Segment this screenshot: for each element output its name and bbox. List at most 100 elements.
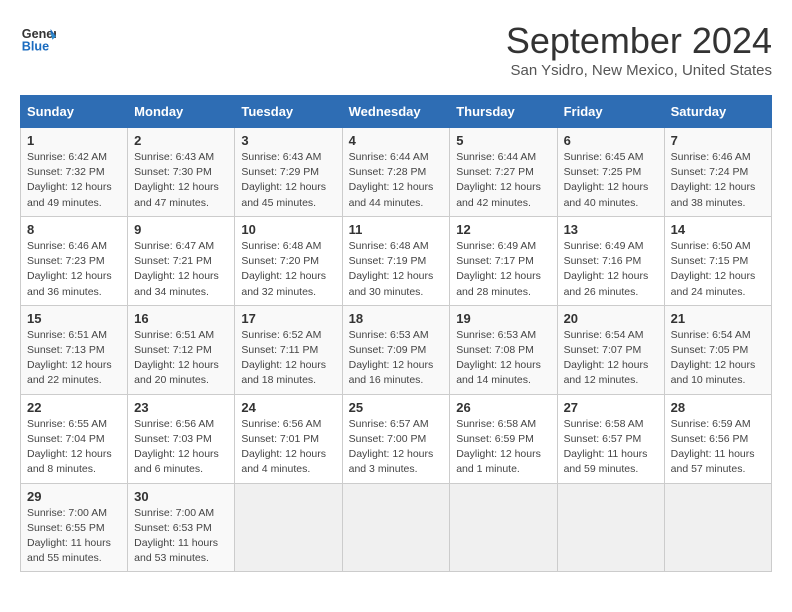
- calendar-cell: [235, 483, 342, 572]
- title-block: September 2024 San Ysidro, New Mexico, U…: [506, 20, 772, 79]
- calendar-cell: 24 Sunrise: 6:56 AMSunset: 7:01 PMDaylig…: [235, 394, 342, 483]
- day-detail: Sunrise: 6:51 AMSunset: 7:13 PMDaylight:…: [27, 329, 112, 387]
- calendar-cell: 25 Sunrise: 6:57 AMSunset: 7:00 PMDaylig…: [342, 394, 450, 483]
- calendar-cell: 7 Sunrise: 6:46 AMSunset: 7:24 PMDayligh…: [664, 128, 771, 217]
- page-header: General Blue September 2024 San Ysidro, …: [20, 20, 772, 79]
- calendar-cell: 3 Sunrise: 6:43 AMSunset: 7:29 PMDayligh…: [235, 128, 342, 217]
- day-number: 13: [564, 222, 658, 237]
- calendar-cell: 16 Sunrise: 6:51 AMSunset: 7:12 PMDaylig…: [128, 305, 235, 394]
- calendar-cell: 11 Sunrise: 6:48 AMSunset: 7:19 PMDaylig…: [342, 216, 450, 305]
- day-number: 27: [564, 400, 658, 415]
- day-number: 22: [27, 400, 121, 415]
- day-detail: Sunrise: 6:50 AMSunset: 7:15 PMDaylight:…: [671, 240, 756, 298]
- day-detail: Sunrise: 6:58 AMSunset: 6:59 PMDaylight:…: [456, 418, 541, 476]
- calendar-cell: 20 Sunrise: 6:54 AMSunset: 7:07 PMDaylig…: [557, 305, 664, 394]
- calendar-week-row: 8 Sunrise: 6:46 AMSunset: 7:23 PMDayligh…: [21, 216, 772, 305]
- day-detail: Sunrise: 6:57 AMSunset: 7:00 PMDaylight:…: [349, 418, 434, 476]
- location-subtitle: San Ysidro, New Mexico, United States: [506, 62, 772, 79]
- calendar-cell: 13 Sunrise: 6:49 AMSunset: 7:16 PMDaylig…: [557, 216, 664, 305]
- day-number: 4: [349, 133, 444, 148]
- day-detail: Sunrise: 6:53 AMSunset: 7:09 PMDaylight:…: [349, 329, 434, 387]
- calendar-cell: 6 Sunrise: 6:45 AMSunset: 7:25 PMDayligh…: [557, 128, 664, 217]
- calendar-cell: [342, 483, 450, 572]
- day-detail: Sunrise: 6:43 AMSunset: 7:29 PMDaylight:…: [241, 151, 326, 209]
- day-detail: Sunrise: 6:59 AMSunset: 6:56 PMDaylight:…: [671, 418, 755, 476]
- calendar-cell: 29 Sunrise: 7:00 AMSunset: 6:55 PMDaylig…: [21, 483, 128, 572]
- calendar-cell: 5 Sunrise: 6:44 AMSunset: 7:27 PMDayligh…: [450, 128, 557, 217]
- column-header-wednesday: Wednesday: [342, 96, 450, 128]
- day-number: 14: [671, 222, 765, 237]
- column-header-tuesday: Tuesday: [235, 96, 342, 128]
- day-detail: Sunrise: 6:54 AMSunset: 7:07 PMDaylight:…: [564, 329, 649, 387]
- calendar-table: SundayMondayTuesdayWednesdayThursdayFrid…: [20, 95, 772, 572]
- calendar-cell: [664, 483, 771, 572]
- day-number: 20: [564, 311, 658, 326]
- calendar-week-row: 29 Sunrise: 7:00 AMSunset: 6:55 PMDaylig…: [21, 483, 772, 572]
- calendar-cell: [557, 483, 664, 572]
- day-detail: Sunrise: 6:56 AMSunset: 7:03 PMDaylight:…: [134, 418, 219, 476]
- column-header-saturday: Saturday: [664, 96, 771, 128]
- day-number: 26: [456, 400, 550, 415]
- calendar-week-row: 1 Sunrise: 6:42 AMSunset: 7:32 PMDayligh…: [21, 128, 772, 217]
- day-number: 29: [27, 489, 121, 504]
- column-header-sunday: Sunday: [21, 96, 128, 128]
- calendar-cell: 10 Sunrise: 6:48 AMSunset: 7:20 PMDaylig…: [235, 216, 342, 305]
- day-detail: Sunrise: 6:54 AMSunset: 7:05 PMDaylight:…: [671, 329, 756, 387]
- column-header-monday: Monday: [128, 96, 235, 128]
- day-detail: Sunrise: 6:55 AMSunset: 7:04 PMDaylight:…: [27, 418, 112, 476]
- day-detail: Sunrise: 6:51 AMSunset: 7:12 PMDaylight:…: [134, 329, 219, 387]
- day-number: 15: [27, 311, 121, 326]
- day-number: 7: [671, 133, 765, 148]
- day-detail: Sunrise: 6:53 AMSunset: 7:08 PMDaylight:…: [456, 329, 541, 387]
- day-detail: Sunrise: 6:49 AMSunset: 7:16 PMDaylight:…: [564, 240, 649, 298]
- day-number: 8: [27, 222, 121, 237]
- day-number: 5: [456, 133, 550, 148]
- day-detail: Sunrise: 6:46 AMSunset: 7:23 PMDaylight:…: [27, 240, 112, 298]
- day-number: 21: [671, 311, 765, 326]
- day-number: 16: [134, 311, 228, 326]
- calendar-cell: 12 Sunrise: 6:49 AMSunset: 7:17 PMDaylig…: [450, 216, 557, 305]
- day-detail: Sunrise: 6:58 AMSunset: 6:57 PMDaylight:…: [564, 418, 648, 476]
- column-header-friday: Friday: [557, 96, 664, 128]
- day-detail: Sunrise: 6:52 AMSunset: 7:11 PMDaylight:…: [241, 329, 326, 387]
- calendar-cell: 22 Sunrise: 6:55 AMSunset: 7:04 PMDaylig…: [21, 394, 128, 483]
- calendar-cell: 27 Sunrise: 6:58 AMSunset: 6:57 PMDaylig…: [557, 394, 664, 483]
- calendar-cell: 26 Sunrise: 6:58 AMSunset: 6:59 PMDaylig…: [450, 394, 557, 483]
- calendar-cell: 8 Sunrise: 6:46 AMSunset: 7:23 PMDayligh…: [21, 216, 128, 305]
- day-detail: Sunrise: 6:49 AMSunset: 7:17 PMDaylight:…: [456, 240, 541, 298]
- calendar-cell: 18 Sunrise: 6:53 AMSunset: 7:09 PMDaylig…: [342, 305, 450, 394]
- svg-text:Blue: Blue: [22, 40, 49, 54]
- day-number: 17: [241, 311, 335, 326]
- day-detail: Sunrise: 7:00 AMSunset: 6:55 PMDaylight:…: [27, 507, 111, 565]
- day-number: 9: [134, 222, 228, 237]
- day-number: 23: [134, 400, 228, 415]
- calendar-cell: 17 Sunrise: 6:52 AMSunset: 7:11 PMDaylig…: [235, 305, 342, 394]
- day-detail: Sunrise: 6:44 AMSunset: 7:28 PMDaylight:…: [349, 151, 434, 209]
- day-detail: Sunrise: 7:00 AMSunset: 6:53 PMDaylight:…: [134, 507, 218, 565]
- day-number: 3: [241, 133, 335, 148]
- month-title: September 2024: [506, 20, 772, 62]
- day-detail: Sunrise: 6:47 AMSunset: 7:21 PMDaylight:…: [134, 240, 219, 298]
- day-detail: Sunrise: 6:56 AMSunset: 7:01 PMDaylight:…: [241, 418, 326, 476]
- calendar-cell: 2 Sunrise: 6:43 AMSunset: 7:30 PMDayligh…: [128, 128, 235, 217]
- day-number: 30: [134, 489, 228, 504]
- calendar-header-row: SundayMondayTuesdayWednesdayThursdayFrid…: [21, 96, 772, 128]
- day-number: 11: [349, 222, 444, 237]
- logo-icon: General Blue: [20, 20, 56, 56]
- calendar-cell: 1 Sunrise: 6:42 AMSunset: 7:32 PMDayligh…: [21, 128, 128, 217]
- calendar-cell: 15 Sunrise: 6:51 AMSunset: 7:13 PMDaylig…: [21, 305, 128, 394]
- calendar-cell: 19 Sunrise: 6:53 AMSunset: 7:08 PMDaylig…: [450, 305, 557, 394]
- calendar-week-row: 15 Sunrise: 6:51 AMSunset: 7:13 PMDaylig…: [21, 305, 772, 394]
- column-header-thursday: Thursday: [450, 96, 557, 128]
- day-detail: Sunrise: 6:45 AMSunset: 7:25 PMDaylight:…: [564, 151, 649, 209]
- calendar-cell: 9 Sunrise: 6:47 AMSunset: 7:21 PMDayligh…: [128, 216, 235, 305]
- calendar-cell: 4 Sunrise: 6:44 AMSunset: 7:28 PMDayligh…: [342, 128, 450, 217]
- calendar-week-row: 22 Sunrise: 6:55 AMSunset: 7:04 PMDaylig…: [21, 394, 772, 483]
- logo: General Blue: [20, 20, 56, 56]
- day-detail: Sunrise: 6:48 AMSunset: 7:19 PMDaylight:…: [349, 240, 434, 298]
- calendar-cell: 14 Sunrise: 6:50 AMSunset: 7:15 PMDaylig…: [664, 216, 771, 305]
- day-number: 2: [134, 133, 228, 148]
- calendar-cell: [450, 483, 557, 572]
- day-number: 1: [27, 133, 121, 148]
- calendar-cell: 30 Sunrise: 7:00 AMSunset: 6:53 PMDaylig…: [128, 483, 235, 572]
